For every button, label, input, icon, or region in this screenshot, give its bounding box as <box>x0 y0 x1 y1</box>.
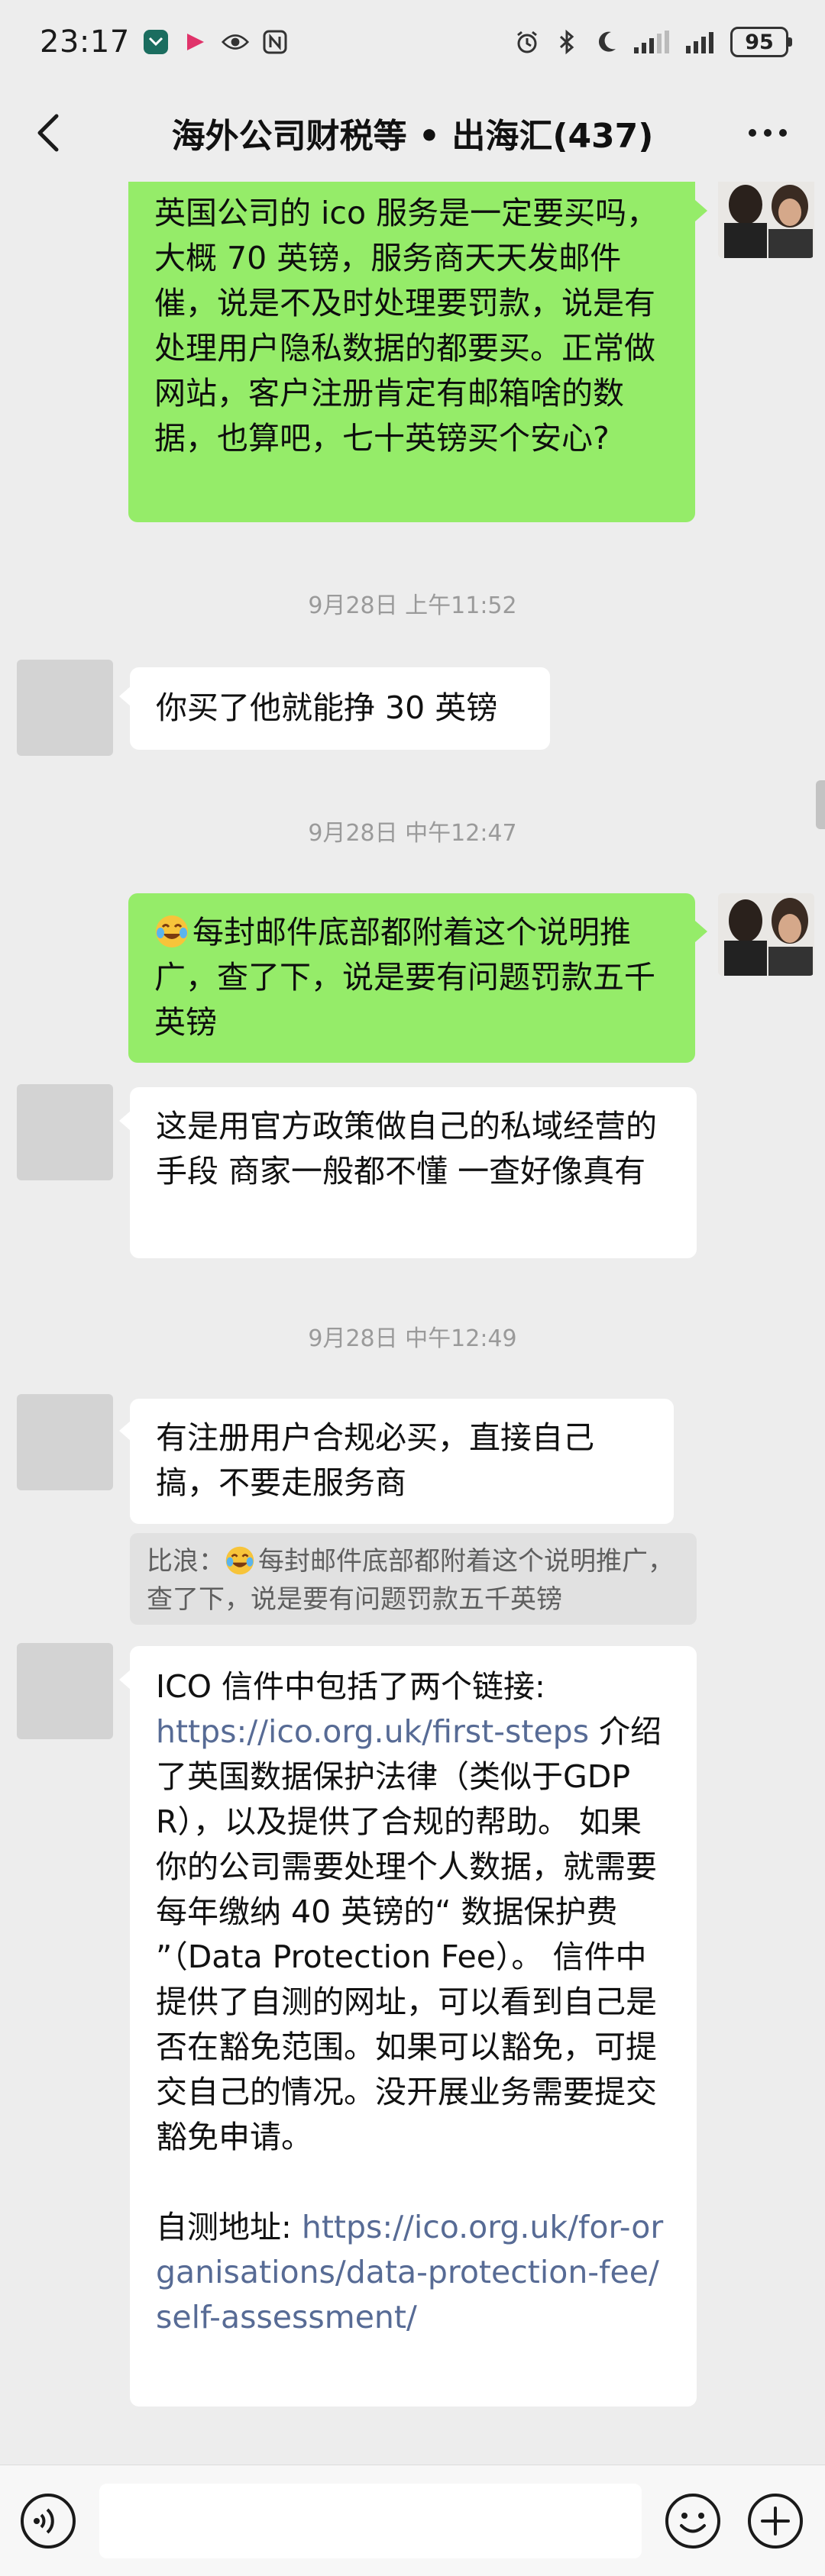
chat-header: 海外公司财税等 • 出海汇(437) <box>0 84 825 182</box>
avatar[interactable] <box>718 182 814 258</box>
quote-author: 比浪： <box>147 1546 225 1577</box>
avatar[interactable] <box>17 1084 113 1180</box>
status-bar-right: 95 <box>513 27 792 57</box>
input-bar <box>0 2465 825 2576</box>
eye-icon <box>221 28 249 56</box>
message-text: 英国公司的 ico 服务是一定要买吗，大概 70 英镑，服务商天天发邮件催，说是… <box>154 195 658 457</box>
back-button[interactable] <box>24 108 73 157</box>
timestamp-divider: 9月28日 中午12:47 <box>308 820 517 847</box>
status-time: 23:17 <box>40 24 130 60</box>
voice-button[interactable] <box>18 2491 78 2551</box>
status-bar-left: 23:17 <box>40 24 289 60</box>
message-paragraph: ICO 信件中包括了两个链接: https://ico.org.uk/first… <box>156 1664 671 2160</box>
scrollbar-thumb[interactable] <box>816 780 825 829</box>
smiley-icon <box>665 2494 720 2549</box>
message-bubble[interactable]: 你买了他就能挣 30 英镑 <box>130 667 550 750</box>
flag-icon <box>182 28 209 56</box>
avatar[interactable] <box>718 893 814 976</box>
avatar[interactable] <box>17 660 113 756</box>
laughing-crying-emoji-icon <box>225 1546 254 1575</box>
battery-icon: 95 <box>730 27 792 57</box>
message-text: 有注册用户合规必买，直接自己搞，不要走服务商 <box>156 1419 594 1501</box>
message-bubble[interactable]: ICO 信件中包括了两个链接: https://ico.org.uk/first… <box>130 1646 697 2407</box>
bluetooth-icon <box>553 28 581 56</box>
message-received: 有注册用户合规必买，直接自己搞，不要走服务商 比浪： 每封邮件底部都附着这个说明… <box>0 1394 825 1625</box>
status-bar: 23:17 95 <box>0 0 825 84</box>
nfc-icon <box>261 28 289 56</box>
message-text: ICO 信件中包括了两个链接: <box>156 1668 545 1705</box>
message-paragraph: 自测地址: https://ico.org.uk/for-organisatio… <box>156 2205 671 2340</box>
message-text: 每封邮件底部都附着这个说明推广，查了下，说是要有问题罚款五千英镑 <box>154 914 655 1041</box>
message-bubble[interactable]: 英国公司的 ico 服务是一定要买吗，大概 70 英镑，服务商天天发邮件催，说是… <box>128 182 695 522</box>
moon-icon <box>593 28 620 56</box>
more-options-button[interactable] <box>741 108 794 157</box>
message-text: 介绍了英国数据保护法律（类似于GDPR），以及提供了合规的帮助。 如果你的公司需… <box>156 1713 662 2155</box>
app-notification-icon <box>142 28 170 56</box>
timestamp-divider: 9月28日 中午12:49 <box>308 1325 517 1352</box>
message-received: 你买了他就能挣 30 英镑 <box>0 660 825 759</box>
message-text: 这是用官方政策做自己的私域经营的手段 商家一般都不懂 一查好像真有 <box>156 1108 657 1190</box>
alarm-icon <box>513 28 541 56</box>
message-bubble[interactable]: 这是用官方政策做自己的私域经营的手段 商家一般都不懂 一查好像真有 <box>130 1087 697 1258</box>
message-bubble[interactable]: 每封邮件底部都附着这个说明推广，查了下，说是要有问题罚款五千英镑 <box>128 893 695 1063</box>
signal-icon <box>632 28 672 56</box>
bubble-tail <box>695 921 707 942</box>
chevron-left-icon <box>37 114 59 152</box>
message-text: 你买了他就能挣 30 英镑 <box>156 689 498 726</box>
avatar-photo-icon <box>718 893 814 976</box>
voice-icon <box>21 2494 76 2549</box>
quoted-message[interactable]: 比浪： 每封邮件底部都附着这个说明推广，查了下，说是要有问题罚款五千英镑 <box>130 1533 697 1625</box>
message-input[interactable] <box>99 2484 642 2558</box>
signal-icon <box>684 28 718 56</box>
message-received: ICO 信件中包括了两个链接: https://ico.org.uk/first… <box>0 1643 825 2407</box>
chat-title: 海外公司财税等 • 出海汇(437) <box>171 117 654 156</box>
message-sent: 英国公司的 ico 服务是一定要买吗，大概 70 英镑，服务商天天发邮件催，说是… <box>0 182 825 525</box>
message-sent: 每封邮件底部都附着这个说明推广，查了下，说是要有问题罚款五千英镑 <box>0 893 825 1064</box>
more-dots-icon <box>749 129 787 137</box>
avatar[interactable] <box>17 1643 113 1739</box>
more-functions-button[interactable] <box>746 2491 805 2551</box>
chat-screen: 23:17 95 海外公司财税等 • 出海汇(437) 英国公司的 ico 服务… <box>0 0 825 2576</box>
message-bubble[interactable]: 有注册用户合规必买，直接自己搞，不要走服务商 <box>130 1399 674 1524</box>
avatar[interactable] <box>17 1394 113 1490</box>
plus-icon <box>748 2494 803 2549</box>
avatar-photo-icon <box>718 182 814 258</box>
bubble-tail <box>695 200 707 221</box>
link-first-steps[interactable]: https://ico.org.uk/first-steps <box>156 1713 589 1750</box>
message-text: 自测地址: <box>156 2209 302 2245</box>
message-received: 这是用官方政策做自己的私域经营的手段 商家一般都不懂 一查好像真有 <box>0 1084 825 1260</box>
timestamp-divider: 9月28日 上午11:52 <box>308 592 517 619</box>
laughing-crying-emoji-icon <box>156 915 188 947</box>
emoji-button[interactable] <box>663 2491 723 2551</box>
